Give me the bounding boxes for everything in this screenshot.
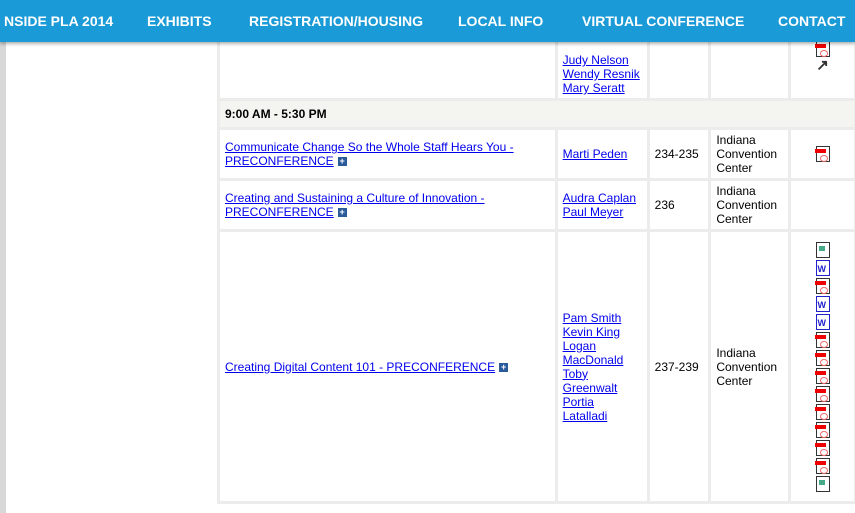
speaker-link[interactable]: Marti Peden xyxy=(563,147,628,161)
speaker-link[interactable]: Toby Greenwalt xyxy=(563,367,618,395)
nav-inside-pla[interactable]: NSIDE PLA 2014 xyxy=(4,13,113,29)
table-row: Creating Digital Content 101 - PRECONFER… xyxy=(217,229,855,504)
word-icon[interactable] xyxy=(815,313,830,330)
speaker-link[interactable]: Kevin King xyxy=(563,325,620,339)
pdf-icon[interactable] xyxy=(814,385,830,402)
speaker-link[interactable]: Logan MacDonald xyxy=(563,339,624,367)
speaker-link[interactable]: Pam Smith xyxy=(563,311,622,325)
time-slot: 9:00 AM - 5:30 PM xyxy=(217,98,855,130)
top-nav: NSIDE PLA 2014 EXHIBITS REGISTRATION/HOU… xyxy=(0,0,855,42)
nav-registration-housing[interactable]: REGISTRATION/HOUSING xyxy=(249,13,423,29)
pdf-icon[interactable] xyxy=(814,277,830,294)
pdf-icon[interactable] xyxy=(814,367,830,384)
external-link-icon[interactable] xyxy=(815,59,830,75)
speaker-link[interactable]: Audra Caplan xyxy=(563,191,636,205)
table-row: Creating and Sustaining a Culture of Inn… xyxy=(217,178,855,232)
img-icon[interactable] xyxy=(815,241,830,258)
pdf-icon[interactable] xyxy=(814,146,830,162)
location: Indiana Convention Center xyxy=(708,178,792,232)
session-title-link[interactable]: Communicate Change So the Whole Staff He… xyxy=(225,140,514,168)
nav-virtual-conference[interactable]: VIRTUAL CONFERENCE xyxy=(582,13,744,29)
nav-exhibits[interactable]: EXHIBITS xyxy=(147,13,212,29)
left-border xyxy=(0,0,6,513)
pdf-icon[interactable] xyxy=(814,403,830,420)
expand-plus-icon[interactable]: + xyxy=(337,208,347,218)
pdf-icon[interactable] xyxy=(814,457,830,474)
table-row: Communicate Change So the Whole Staff He… xyxy=(217,127,855,181)
pdf-icon[interactable] xyxy=(814,331,830,348)
nav-contact[interactable]: CONTACT xyxy=(778,13,845,29)
expand-plus-icon[interactable]: + xyxy=(499,362,509,372)
location: Indiana Convention Center xyxy=(708,127,792,181)
time-slot-row: 9:00 AM - 5:30 PM xyxy=(217,98,855,130)
speaker-link[interactable]: Judy Nelson xyxy=(563,53,629,67)
speaker-link[interactable]: Mary Seratt xyxy=(563,81,625,95)
room: 236 xyxy=(646,178,712,232)
pdf-icon[interactable] xyxy=(814,439,830,456)
word-icon[interactable] xyxy=(815,259,830,276)
room: 237-239 xyxy=(646,229,712,504)
expand-plus-icon[interactable]: + xyxy=(337,157,347,167)
room: 234-235 xyxy=(646,127,712,181)
img-icon[interactable] xyxy=(815,475,830,492)
session-title-link[interactable]: Creating and Sustaining a Culture of Inn… xyxy=(225,191,485,219)
pdf-icon[interactable] xyxy=(814,421,830,438)
pdf-icon[interactable] xyxy=(814,41,830,57)
word-icon[interactable] xyxy=(815,295,830,312)
speaker-link[interactable]: Wendy Resnik xyxy=(563,67,640,81)
speaker-link[interactable]: Portia Latalladi xyxy=(563,395,608,423)
location: Indiana Convention Center xyxy=(708,229,792,504)
pdf-icon[interactable] xyxy=(814,349,830,366)
materials-cell xyxy=(788,229,855,504)
nav-local-info[interactable]: LOCAL INFO xyxy=(458,13,543,29)
speaker-link[interactable]: Paul Meyer xyxy=(563,205,624,219)
session-title-link[interactable]: Creating Digital Content 101 - PRECONFER… xyxy=(225,360,495,374)
schedule-table: Judy Nelson Wendy Resnik Mary Seratt Cen… xyxy=(217,0,855,504)
